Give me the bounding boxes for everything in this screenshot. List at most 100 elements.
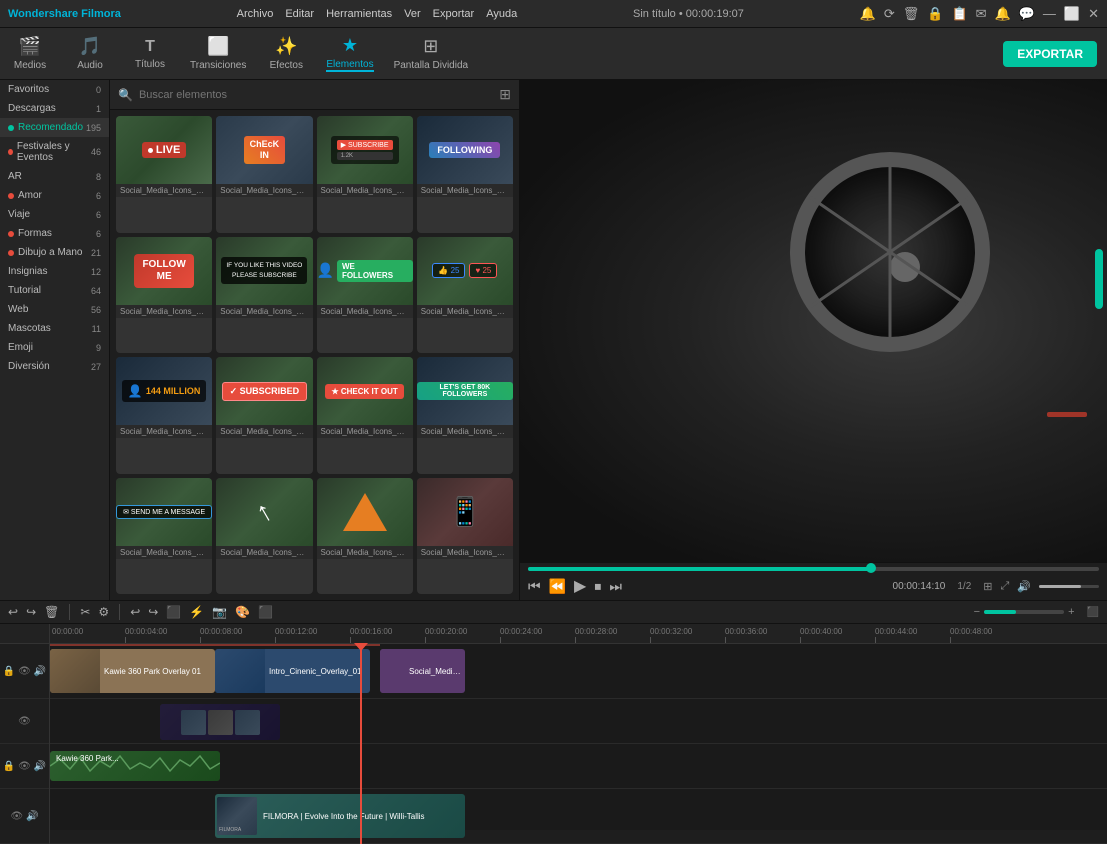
category-favoritos[interactable]: Favoritos 0 xyxy=(0,80,109,99)
notification-icon[interactable]: 🔔 xyxy=(860,6,876,22)
close-button[interactable]: ✕ xyxy=(1088,6,1099,22)
clip-audio[interactable]: Kawie 360 Park... xyxy=(50,751,220,781)
category-descargas[interactable]: Descargas 1 xyxy=(0,99,109,118)
next-frame-button[interactable]: ⏭ xyxy=(609,578,622,595)
track3-lock-icon[interactable]: 🔒 xyxy=(3,761,15,772)
track1-speaker-icon[interactable]: 🔊 xyxy=(34,666,46,677)
track4-eye-icon[interactable]: 👁 xyxy=(10,811,23,822)
element-card-message[interactable]: ✉ SEND ME A MESSAGE Social_Media_Icons_P… xyxy=(116,478,212,595)
category-emoji[interactable]: Emoji 9 xyxy=(0,338,109,357)
category-insignias[interactable]: Insignias 12 xyxy=(0,262,109,281)
clip-future[interactable]: FILMORA FILMORA | Evolve Into the Future… xyxy=(215,794,465,838)
progress-bar[interactable] xyxy=(528,567,1099,571)
clip-intro[interactable]: Intro_Cinenic_Overlay_01 xyxy=(215,649,370,693)
redo-button[interactable]: ↪ xyxy=(26,605,36,619)
bell-icon[interactable]: 🔔 xyxy=(995,6,1011,22)
element-card-phone[interactable]: 📱 Social_Media_Icons_Pac... xyxy=(417,478,513,595)
settings-button[interactable]: ⚙ xyxy=(98,605,109,619)
tool-elementos[interactable]: ★ Elementos xyxy=(326,35,373,72)
track2-eye-icon[interactable]: 👁 xyxy=(18,716,31,727)
element-card-likes[interactable]: 👍 25 ♥ 25 Social_Media_Icons_Pac... xyxy=(417,237,513,354)
zoom-slider[interactable] xyxy=(984,610,1064,614)
tool-audio[interactable]: 🎵 Audio xyxy=(70,36,110,71)
category-festivales[interactable]: Festivales y Eventos 46 xyxy=(0,137,109,167)
category-viaje[interactable]: Viaje 6 xyxy=(0,205,109,224)
category-formas[interactable]: Formas 6 xyxy=(0,224,109,243)
stop-button[interactable]: ⏹ xyxy=(594,578,601,595)
element-card-million[interactable]: 👤 144 MILLION Social_Media_Icons_Pac... xyxy=(116,357,212,474)
element-card-checkin[interactable]: ChEcKIN Social_Media_Icons_Pac... xyxy=(216,116,312,233)
menu-herramientas[interactable]: Herramientas xyxy=(326,8,392,20)
volume-slider[interactable] xyxy=(1039,585,1099,588)
track3-speaker-icon[interactable]: 🔊 xyxy=(34,761,46,772)
prev-frame-button[interactable]: ⏮ xyxy=(528,578,541,595)
chat-icon[interactable]: 💬 xyxy=(1019,6,1035,22)
fit-timeline-button[interactable]: ⬛ xyxy=(1087,607,1099,618)
track1-eye-icon[interactable]: 👁 xyxy=(18,666,31,677)
element-card-checkitout[interactable]: ★ CHECK IT OUT Social_Media_Icons_Pac... xyxy=(317,357,413,474)
category-amor[interactable]: Amor 6 xyxy=(0,186,109,205)
menu-exportar[interactable]: Exportar xyxy=(433,8,475,20)
maximize-button[interactable]: ⬜ xyxy=(1064,6,1080,22)
zoom-out-icon[interactable]: − xyxy=(974,606,980,618)
trash-icon[interactable]: 🗑 xyxy=(903,6,920,22)
speed-button[interactable]: ⚡ xyxy=(189,605,204,619)
menu-ayuda[interactable]: Ayuda xyxy=(486,8,517,20)
element-card-followers[interactable]: 👤 WE FOLLOWERS Social_Media_Icons_Pac... xyxy=(317,237,413,354)
progress-thumb[interactable] xyxy=(866,563,876,573)
track1-lock-icon[interactable]: 🔒 xyxy=(3,666,15,677)
element-card-social3[interactable]: ▶ SUBSCRIBE 1.2K Social_Media_Icons_Pac.… xyxy=(317,116,413,233)
split-button[interactable]: ✂ xyxy=(80,605,90,619)
tool-medios[interactable]: 🎬 Medios xyxy=(10,36,50,71)
clipboard-icon[interactable]: 📋 xyxy=(951,6,967,22)
window-controls[interactable]: 🔔 ⟳ 🗑 🔒 📋 ✉ 🔔 💬 — ⬜ ✕ xyxy=(860,6,1099,22)
track3-eye-icon[interactable]: 👁 xyxy=(18,761,31,772)
element-card-arrow[interactable]: ↑ Social_Media_Icons_Pac... xyxy=(216,478,312,595)
element-card-live[interactable]: LIVE Social_Media_Icons_Pac... xyxy=(116,116,212,233)
tool-titulos[interactable]: T Títulos xyxy=(130,38,170,70)
tool-pantalla[interactable]: ⊞ Pantalla Dividida xyxy=(394,36,469,71)
category-recomendado[interactable]: Recomendado 195 xyxy=(0,118,109,137)
mail-icon[interactable]: ✉ xyxy=(976,6,987,22)
clip-social[interactable]: Social_Media... xyxy=(380,649,465,693)
ai-button[interactable]: ⬛ xyxy=(258,605,273,619)
category-diversion[interactable]: Diversión 27 xyxy=(0,357,109,376)
menu-archivo[interactable]: Archivo xyxy=(237,8,274,20)
delete-clip-button[interactable]: 🗑 xyxy=(44,605,59,619)
volume-icon[interactable]: 🔊 xyxy=(1017,580,1031,593)
clip-overlay[interactable] xyxy=(160,704,280,740)
track4-speaker-icon[interactable]: 🔊 xyxy=(26,811,38,822)
category-ar[interactable]: AR 8 xyxy=(0,167,109,186)
minimize-button[interactable]: — xyxy=(1043,6,1056,22)
refresh-icon[interactable]: ⟳ xyxy=(884,6,895,22)
category-tutorial[interactable]: Tutorial 64 xyxy=(0,281,109,300)
grid-toggle-icon[interactable]: ⊞ xyxy=(499,86,511,103)
element-card-getfollowers[interactable]: LET'S GET 80K FOLLOWERS Social_Media_Ico… xyxy=(417,357,513,474)
element-card-following[interactable]: FOLLOWING Social_Media_Icons_Pac... xyxy=(417,116,513,233)
lock-icon[interactable]: 🔒 xyxy=(927,6,943,22)
screen-layout-icon[interactable]: ⊞ xyxy=(983,580,992,593)
play-button[interactable]: ▶ xyxy=(574,576,586,596)
menu-ver[interactable]: Ver xyxy=(404,8,421,20)
tool-transiciones[interactable]: ⬜ Transiciones xyxy=(190,36,246,71)
category-web[interactable]: Web 56 xyxy=(0,300,109,319)
clip-kawie[interactable]: Kawie 360 Park Overlay 01 xyxy=(50,649,215,693)
element-card-subscribetext[interactable]: IF YOU LIKE THIS VIDEOPLEASE SUBSCRIBE S… xyxy=(216,237,312,354)
category-mascotas[interactable]: Mascotas 11 xyxy=(0,319,109,338)
menu-bar[interactable]: Archivo Editar Herramientas Ver Exportar… xyxy=(237,8,518,20)
category-dibujo[interactable]: Dibujo a Mano 21 xyxy=(0,243,109,262)
element-card-triangle[interactable]: Social_Media_Icons_Pac... xyxy=(317,478,413,595)
color-button[interactable]: 🎨 xyxy=(235,605,250,619)
rewind-button[interactable]: ⏪ xyxy=(549,578,566,595)
undo-button[interactable]: ↩ xyxy=(8,605,18,619)
element-card-followme[interactable]: FOLLOWME Social_Media_Icons_Pac... xyxy=(116,237,212,354)
element-card-subscribed[interactable]: ✓ SUBSCRIBED Social_Media_Icons_Pac... xyxy=(216,357,312,474)
mirror-button[interactable]: ⬛ xyxy=(166,605,181,619)
search-input[interactable] xyxy=(139,89,493,101)
tool-efectos[interactable]: ✨ Efectos xyxy=(266,36,306,71)
fullscreen-icon[interactable]: ⤢ xyxy=(1000,580,1009,593)
menu-editar[interactable]: Editar xyxy=(285,8,314,20)
export-button[interactable]: EXPORTAR xyxy=(1003,41,1097,67)
zoom-in-icon[interactable]: + xyxy=(1068,606,1074,618)
rotate-button[interactable]: ↪ xyxy=(148,605,158,619)
